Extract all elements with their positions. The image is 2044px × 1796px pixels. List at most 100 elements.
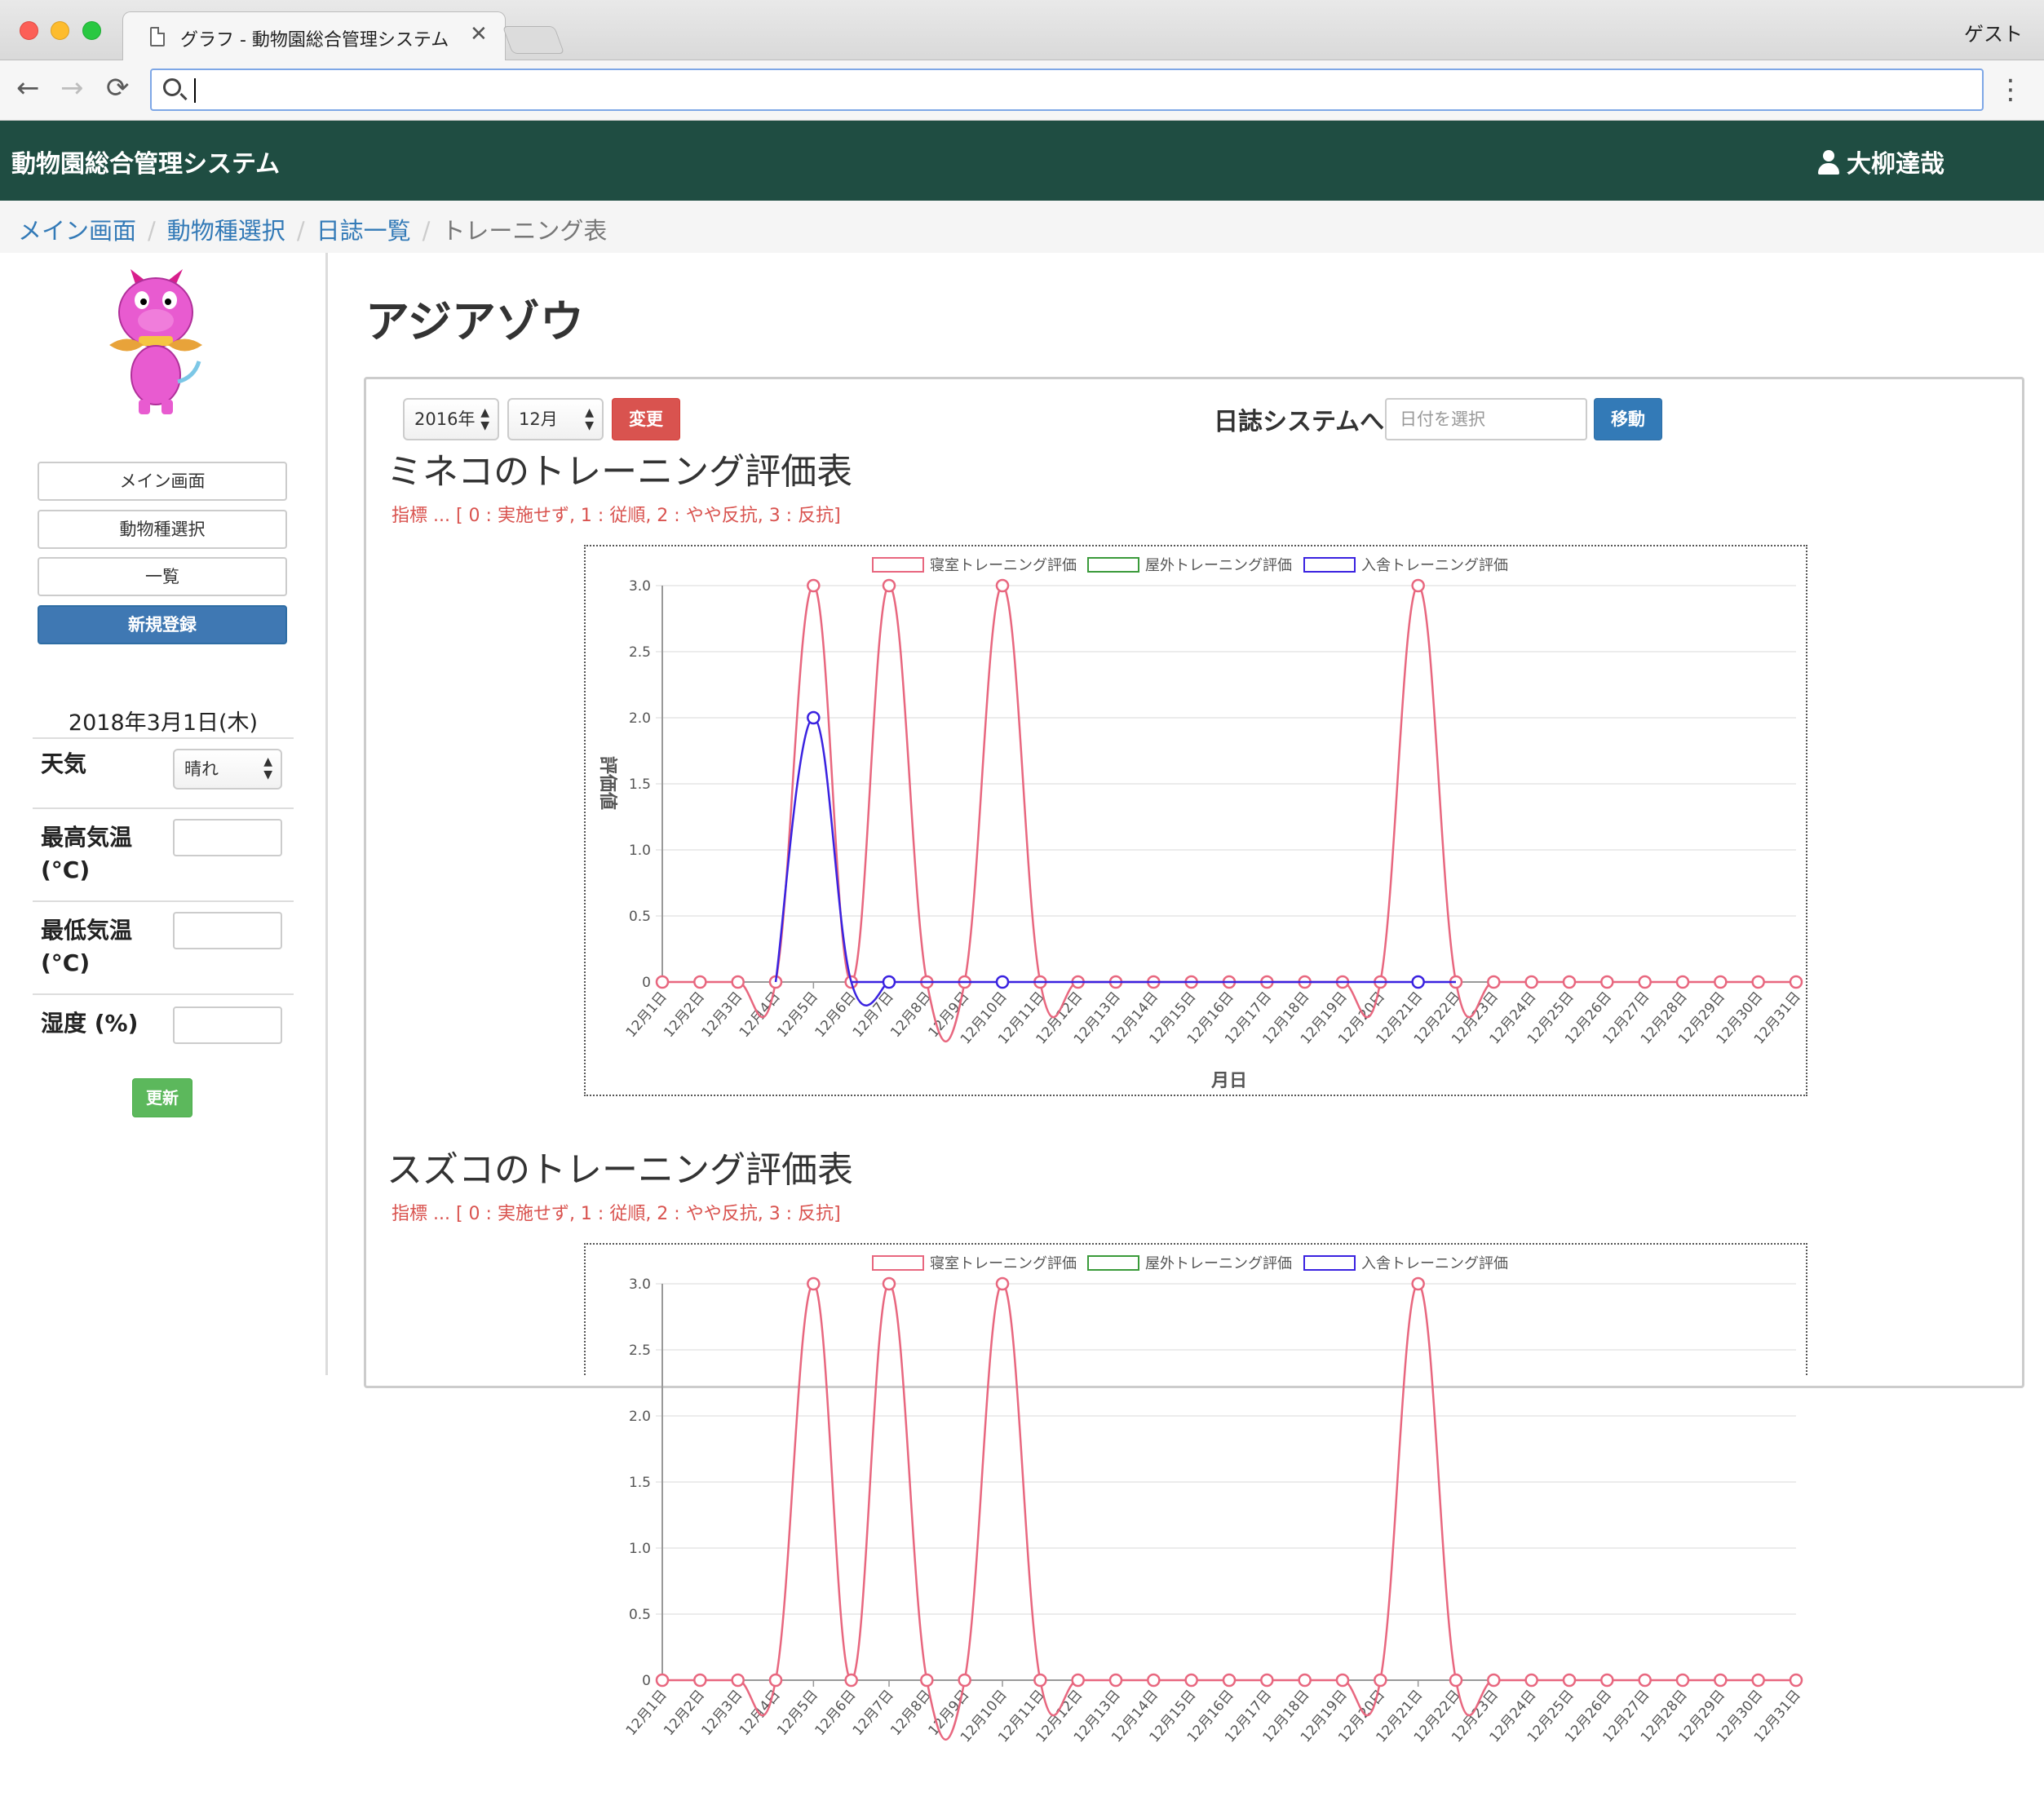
data-point [807,578,821,593]
y-tick-label: 0.5 [629,909,651,925]
legend-label: 寝室トレーニング評価 [930,1255,1077,1272]
data-point [1071,1673,1085,1688]
y-tick-label: 3.0 [629,578,651,595]
data-point [1298,1673,1312,1688]
search-icon [163,78,181,96]
close-tab-icon[interactable]: ✕ [470,22,488,46]
journal-system-label: 日誌システムへ [1214,408,1385,436]
legend-swatch [872,557,924,573]
zoom-window-button[interactable] [82,21,101,40]
data-point [1675,1673,1690,1688]
address-bar[interactable] [150,69,1984,111]
y-tick-label: 2.5 [629,644,651,661]
min-temp-input[interactable] [173,912,282,949]
sidebar-main-button[interactable]: メイン画面 [38,462,287,501]
data-point [731,975,745,989]
weather-select[interactable]: 晴れ ▲ ▼ [173,749,282,790]
legend-label: 屋外トレーニング評価 [1145,557,1292,574]
data-point [1222,1673,1237,1688]
breadcrumb-journal-list[interactable]: 日誌一覧 [316,217,411,245]
max-temp-unit: (°C) [41,856,91,883]
browser-tab[interactable]: グラフ - 動物園総合管理システム ✕ [122,11,506,60]
year-select[interactable]: 2016年 ▲ ▼ [403,398,499,440]
chart-1-svg: 寝室トレーニング評価 屋外トレーニング評価 入舎トレーニング評価 0 0.5 1.0 1.5… [597,557,1804,1091]
data-point [1524,1673,1538,1688]
legend-swatch [872,1255,924,1271]
data-point [1335,1673,1350,1688]
browser-menu-icon[interactable]: ⋮ [1997,75,2024,104]
data-point [1789,975,1803,989]
close-window-button[interactable] [20,21,38,40]
min-temp-row: 最低気温 (°C) [33,900,294,992]
data-point [1714,975,1728,989]
sidebar-new-entry-button[interactable]: 新規登録 [38,605,287,644]
series-line [661,584,1796,1042]
select-arrows-icon: ▲ ▼ [480,406,489,432]
y-axis-title: 評価値 [597,756,618,810]
data-point [1638,1673,1652,1688]
app-navbar: 動物園総合管理システム 大柳達哉 [0,121,2044,201]
data-point [1487,1673,1501,1688]
max-temp-label: 最高気温 [41,824,133,851]
data-point [1411,1276,1425,1291]
data-point [882,975,896,989]
humidity-input[interactable] [173,1006,282,1044]
profile-name[interactable]: ゲスト [1964,18,2023,46]
x-axis-title: 月日 [1210,1071,1247,1091]
breadcrumb-main[interactable]: メイン画面 [18,217,136,245]
minimize-window-button[interactable] [51,21,69,40]
data-point [1108,1673,1123,1688]
tab-title: グラフ - 動物園総合管理システム [180,30,449,51]
data-point [693,1673,707,1688]
data-point [807,1276,821,1291]
data-point [1751,1673,1765,1688]
y-tick-label: 1.5 [629,1475,651,1491]
weather-row: 天気 晴れ ▲ ▼ [33,737,294,806]
user-menu[interactable]: 大柳達哉 [1817,144,1944,179]
chart-2-svg: 寝室トレーニング評価 屋外トレーニング評価 入舎トレーニング評価 0 0.5 1.0 1.5… [623,1255,1804,1745]
move-button[interactable]: 移動 [1594,398,1662,440]
app-brand[interactable]: 動物園総合管理システム [11,144,280,179]
back-arrow-icon[interactable]: ← [16,72,40,104]
data-point [1714,1673,1728,1688]
data-point [1675,975,1690,989]
data-point [1411,975,1425,989]
legend-swatch [1087,1255,1139,1271]
forward-arrow-icon[interactable]: → [60,72,84,104]
change-button[interactable]: 変更 [612,398,680,440]
data-point [844,1673,858,1688]
legend-label: 入舎トレーニング評価 [1361,557,1508,574]
data-point [655,975,670,989]
y-tick-label: 2.0 [629,710,651,727]
data-point [768,1673,783,1688]
breadcrumb: メイン画面 / 動物種選択 / 日誌一覧 / トレーニング表 [0,201,2044,253]
page-title: アジアゾウ [365,296,584,347]
sidebar-list-button[interactable]: 一覧 [38,557,287,596]
chart-1-index-note: 指標 ... [ 0 : 実施せず, 1 : 従順, 2 : やや反抗, 3 :… [392,506,841,526]
y-tick-label: 0 [642,1673,651,1689]
data-point [1524,975,1538,989]
data-point [1374,1673,1387,1688]
sidebar-date: 2018年3月1日(木) [68,710,259,736]
date-picker-input[interactable]: 日付を選択 [1385,398,1587,440]
data-point [1562,1673,1577,1688]
y-tick-label: 0 [642,975,651,991]
breadcrumb-current: トレーニング表 [441,217,608,245]
weather-label: 天気 [41,750,87,777]
chart-2-container: 寝室トレーニング評価 屋外トレーニング評価 入舎トレーニング評価 0 0.5 1.0 1.5… [584,1243,1807,1745]
select-arrows-icon: ▲ ▼ [585,406,594,432]
sidebar-species-button[interactable]: 動物種選択 [38,510,287,549]
data-point [1600,1673,1614,1688]
data-point [882,578,896,593]
chart-2-title: スズコのトレーニング評価表 [387,1149,853,1191]
data-point [1562,975,1577,989]
breadcrumb-species[interactable]: 動物種選択 [167,217,285,245]
update-button[interactable]: 更新 [132,1078,192,1117]
breadcrumb-separator: / [148,217,156,245]
reload-icon[interactable]: ⟳ [106,72,130,104]
data-point [1449,1673,1463,1688]
new-tab-button[interactable] [502,26,565,54]
year-value: 2016年 [414,409,476,429]
month-select[interactable]: 12月 ▲ ▼ [507,398,604,440]
max-temp-input[interactable] [173,819,282,856]
